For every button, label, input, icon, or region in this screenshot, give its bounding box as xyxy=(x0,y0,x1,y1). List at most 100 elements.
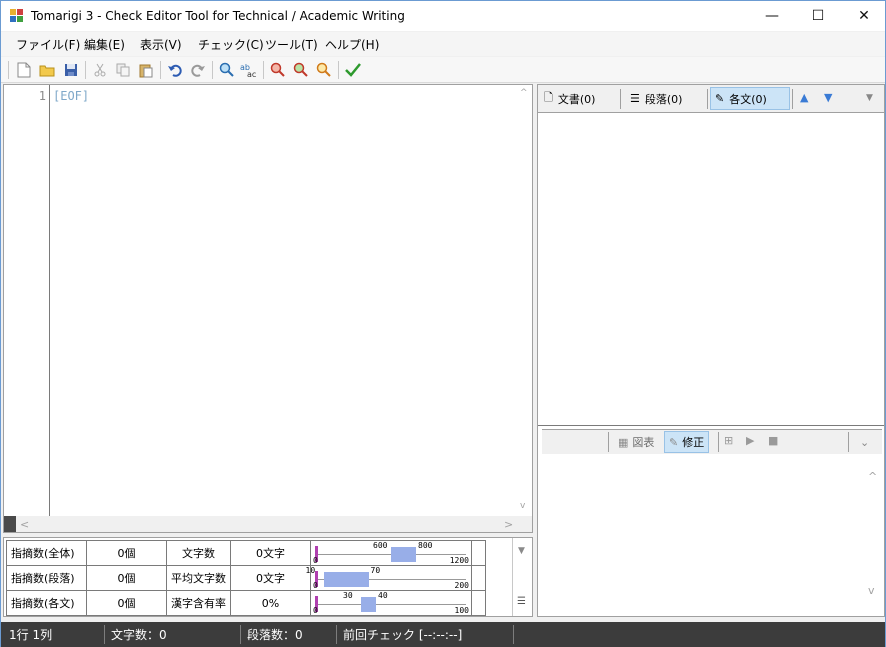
tabs-dropdown-icon[interactable]: ▼ xyxy=(866,93,873,103)
toolbar-separator xyxy=(212,61,213,79)
gauge-max-label: 200 xyxy=(454,581,469,590)
eof-marker: [EOF] xyxy=(53,89,90,103)
stat-value: 0% xyxy=(230,590,311,616)
results-tabs: 🗋 文書(0) ☰ 段落(0) ✎ 各文(0) ▲ ▼ ▼ xyxy=(538,85,884,113)
gauge-low-label: 10 xyxy=(305,566,316,575)
detail-tabs: ▦ 図表 ✎ 修正 ⊞ ▶ ■ ⌄ xyxy=(542,429,882,454)
scroll-left-icon[interactable]: < xyxy=(20,518,29,531)
scroll-down-icon[interactable]: v xyxy=(868,584,875,597)
app-window: Tomarigi 3 - Check Editor Tool for Techn… xyxy=(0,0,886,647)
stat-metric: 平均文字数 xyxy=(166,565,231,591)
cut-icon[interactable] xyxy=(91,61,109,79)
next-issue-icon[interactable] xyxy=(292,61,310,79)
gauge-char-count: 600 800 0 1200 xyxy=(311,541,471,565)
menu-help[interactable]: ヘルプ(H) xyxy=(325,36,379,53)
stats-dropdown-icon[interactable]: ▼ xyxy=(518,546,525,556)
scroll-right-icon[interactable]: > xyxy=(504,518,513,531)
menu-check[interactable]: チェック(C) xyxy=(198,36,264,53)
sentence-icon: ✎ xyxy=(715,92,725,105)
gauge-high-label: 40 xyxy=(378,591,388,600)
statistics-panel: 指摘数(全体) 0個 文字数 0文字 600 800 0 1200 指摘数(段落) 0… xyxy=(3,537,533,617)
maximize-button[interactable]: ☐ xyxy=(795,1,841,31)
gauge-high-label: 70 xyxy=(370,566,381,575)
svg-text:ac: ac xyxy=(247,70,256,78)
char-count-status: 文字数：0 xyxy=(111,628,167,642)
apply-fix-icon[interactable]: ⊞ xyxy=(724,434,733,447)
stat-value: 0文字 xyxy=(230,540,311,566)
gauge-min-label: 0 xyxy=(313,581,318,590)
paste-icon[interactable] xyxy=(137,61,155,79)
menu-bar: ファイル(F) 編集(E) 表示(V) チェック(C) ツール(T) ヘルプ(H… xyxy=(1,32,885,56)
toolbar-separator xyxy=(160,61,161,79)
replace-icon[interactable]: ab ac xyxy=(240,61,258,79)
stat-label: 指摘数(段落) xyxy=(6,565,87,591)
toolbar-separator xyxy=(338,61,339,79)
fix-detail-area[interactable]: ^ v xyxy=(538,456,884,616)
gauge-max-label: 100 xyxy=(454,606,469,615)
toolbar-separator xyxy=(85,61,86,79)
stat-count: 0個 xyxy=(86,590,167,616)
statistics-table: 指摘数(全体) 0個 文字数 0文字 600 800 0 1200 指摘数(段落) 0… xyxy=(6,540,486,616)
gauge-min-label: 0 xyxy=(313,606,318,615)
table-row: 指摘数(段落) 0個 平均文字数 0文字 10 70 0 200 xyxy=(6,565,486,591)
gauge-min-label: 0 xyxy=(313,556,318,565)
undo-icon[interactable] xyxy=(166,61,184,79)
copy-icon[interactable] xyxy=(114,61,132,79)
tab-fix[interactable]: ✎ 修正 xyxy=(664,431,710,453)
stat-label: 指摘数(全体) xyxy=(6,540,87,566)
stat-count: 0個 xyxy=(86,565,167,591)
new-file-icon[interactable] xyxy=(15,61,33,79)
menu-edit[interactable]: 編集(E) xyxy=(84,36,125,53)
stat-count: 0個 xyxy=(86,540,167,566)
table-row: 指摘数(全体) 0個 文字数 0文字 600 800 0 1200 xyxy=(6,540,486,566)
stop-icon[interactable]: ■ xyxy=(768,434,778,447)
tab-chart[interactable]: ▦ 図表 xyxy=(614,431,658,453)
gauge-avg-chars: 10 70 0 200 xyxy=(306,566,471,590)
play-icon[interactable]: ▶ xyxy=(746,434,754,447)
scroll-up-icon[interactable]: ^ xyxy=(868,470,877,483)
stats-columns-icon[interactable]: ☰ xyxy=(517,596,526,607)
chart-icon: ▦ xyxy=(618,435,629,449)
close-button[interactable]: ✕ xyxy=(841,1,886,31)
menu-view[interactable]: 表示(V) xyxy=(140,36,182,53)
tab-document[interactable]: 🗋 文書(0) xyxy=(540,87,618,110)
find-icon[interactable] xyxy=(218,61,236,79)
line-number: 1 xyxy=(38,89,46,103)
stat-metric: 漢字含有率 xyxy=(166,590,231,616)
menu-file[interactable]: ファイル(F) xyxy=(16,36,80,53)
scroll-up-icon[interactable]: ^ xyxy=(520,88,528,98)
scroll-down-icon[interactable]: v xyxy=(520,501,525,511)
results-list[interactable] xyxy=(538,114,884,426)
toolbar: ab ac xyxy=(1,57,885,83)
line-number-gutter: 1 xyxy=(4,85,50,517)
gauge-target-range xyxy=(391,547,416,562)
scroll-corner xyxy=(4,516,16,532)
gauge-low-label: 30 xyxy=(343,591,353,600)
detail-dropdown-icon[interactable]: ⌄ xyxy=(860,436,869,449)
menu-tools[interactable]: ツール(T) xyxy=(265,36,318,53)
check-icon[interactable] xyxy=(344,61,362,79)
editor-horizontal-scrollbar[interactable]: < > xyxy=(4,516,532,532)
fix-icon: ✎ xyxy=(669,435,679,449)
editor-vertical-scrollbar[interactable]: ^ v xyxy=(515,85,532,517)
open-folder-icon[interactable] xyxy=(38,61,56,79)
gauge-axis xyxy=(316,604,466,605)
toolbar-separator xyxy=(263,61,264,79)
title-bar: Tomarigi 3 - Check Editor Tool for Techn… xyxy=(1,1,885,31)
redo-icon[interactable] xyxy=(189,61,207,79)
document-icon: 🗋 xyxy=(544,91,553,104)
window-title: Tomarigi 3 - Check Editor Tool for Techn… xyxy=(31,9,405,23)
search-zoom-icon[interactable] xyxy=(315,61,333,79)
next-down-icon[interactable]: ▼ xyxy=(824,91,832,104)
tab-sentence[interactable]: ✎ 各文(0) xyxy=(710,87,790,110)
stat-label: 指摘数(各文) xyxy=(6,590,87,616)
minimize-button[interactable]: — xyxy=(749,1,795,31)
toolbar-grip xyxy=(8,61,9,79)
previous-up-icon[interactable]: ▲ xyxy=(800,91,808,104)
save-icon[interactable] xyxy=(62,61,80,79)
tab-paragraph[interactable]: ☰ 段落(0) xyxy=(626,87,706,110)
text-editor[interactable]: 1 [EOF] ^ v < > xyxy=(3,84,533,533)
stat-metric: 文字数 xyxy=(166,540,231,566)
gauge-kanji-ratio: 30 40 0 100 xyxy=(311,591,471,615)
prev-issue-icon[interactable] xyxy=(269,61,287,79)
